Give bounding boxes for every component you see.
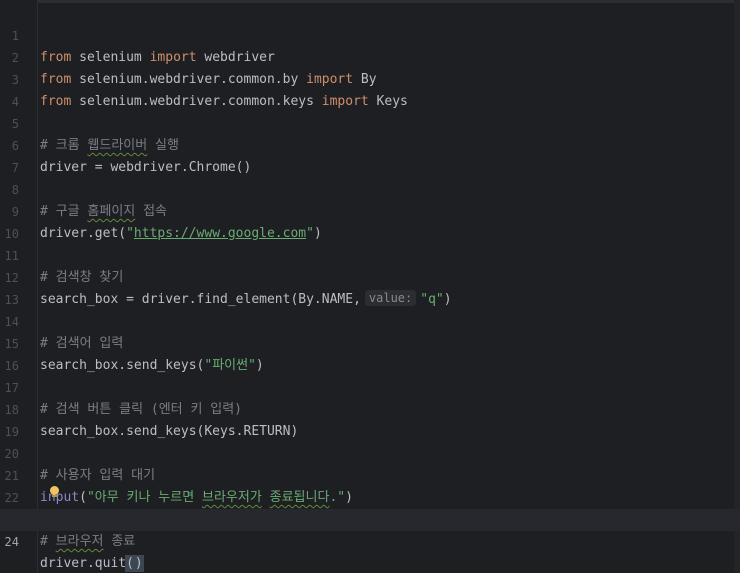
code-line[interactable]: 15 search_box.send_keys("파이썬")	[0, 311, 740, 373]
matched-paren: )	[133, 555, 144, 572]
current-line[interactable]: 24 driver.quit()	[0, 509, 740, 572]
code-line[interactable]: 14 # 검색어 입력	[0, 289, 740, 351]
code-line[interactable]: 23 # 브라우저 종료	[0, 487, 740, 549]
comment[interactable]: # 브라우저 종료	[40, 531, 135, 553]
code-lines[interactable]: 1 from selenium import webdriver 2 from …	[0, 3, 740, 572]
matched-paren: (	[125, 555, 135, 572]
code-line[interactable]: 5 # 크롬 웹드라이버 실행	[0, 91, 740, 153]
code-line[interactable]: 7	[0, 135, 740, 175]
code-line[interactable]: 22	[0, 465, 740, 505]
code-line[interactable]: 10	[0, 201, 740, 241]
code-line[interactable]: 12 search_box = driver.find_element(By.N…	[0, 245, 740, 307]
spellcheck-word[interactable]: 브라우저	[56, 534, 104, 549]
code-line[interactable]: 8 # 구글 홈페이지 접속	[0, 157, 740, 219]
line-number: 24	[4, 535, 19, 549]
line-content[interactable]: driver.quit()	[40, 553, 144, 573]
code-line[interactable]: 19	[0, 399, 740, 439]
code-editor[interactable]: 1 from selenium import webdriver 2 from …	[0, 0, 740, 573]
code-line[interactable]: 13	[0, 267, 740, 307]
code-token: driver.quit	[40, 556, 127, 571]
code-line[interactable]: 2 from selenium.webdriver.common.by impo…	[0, 25, 740, 87]
code-line[interactable]: 4	[0, 69, 740, 109]
code-line[interactable]: 3 from selenium.webdriver.common.keys im…	[0, 47, 740, 109]
code-line[interactable]: 1 from selenium import webdriver	[0, 3, 740, 65]
comment-token: 종료	[103, 534, 136, 549]
lightbulb-icon[interactable]	[50, 486, 59, 497]
code-line[interactable]: 11 # 검색창 찾기	[0, 223, 740, 285]
code-line[interactable]: 16	[0, 333, 740, 373]
code-line[interactable]: 18 search_box.send_keys(Keys.RETURN)	[0, 377, 740, 439]
code-line[interactable]: 21 input("아무 키나 누르면 브라우저가 종료됩니다.")	[0, 443, 740, 505]
code-line[interactable]: 9 driver.get("https://www.google.com")	[0, 179, 740, 241]
code-line[interactable]: 6 driver = webdriver.Chrome()	[0, 113, 740, 175]
code-line[interactable]: 20 # 사용자 입력 대기	[0, 421, 740, 483]
code-line[interactable]: 17 # 검색 버튼 클릭 (엔터 키 입력)	[0, 355, 740, 417]
